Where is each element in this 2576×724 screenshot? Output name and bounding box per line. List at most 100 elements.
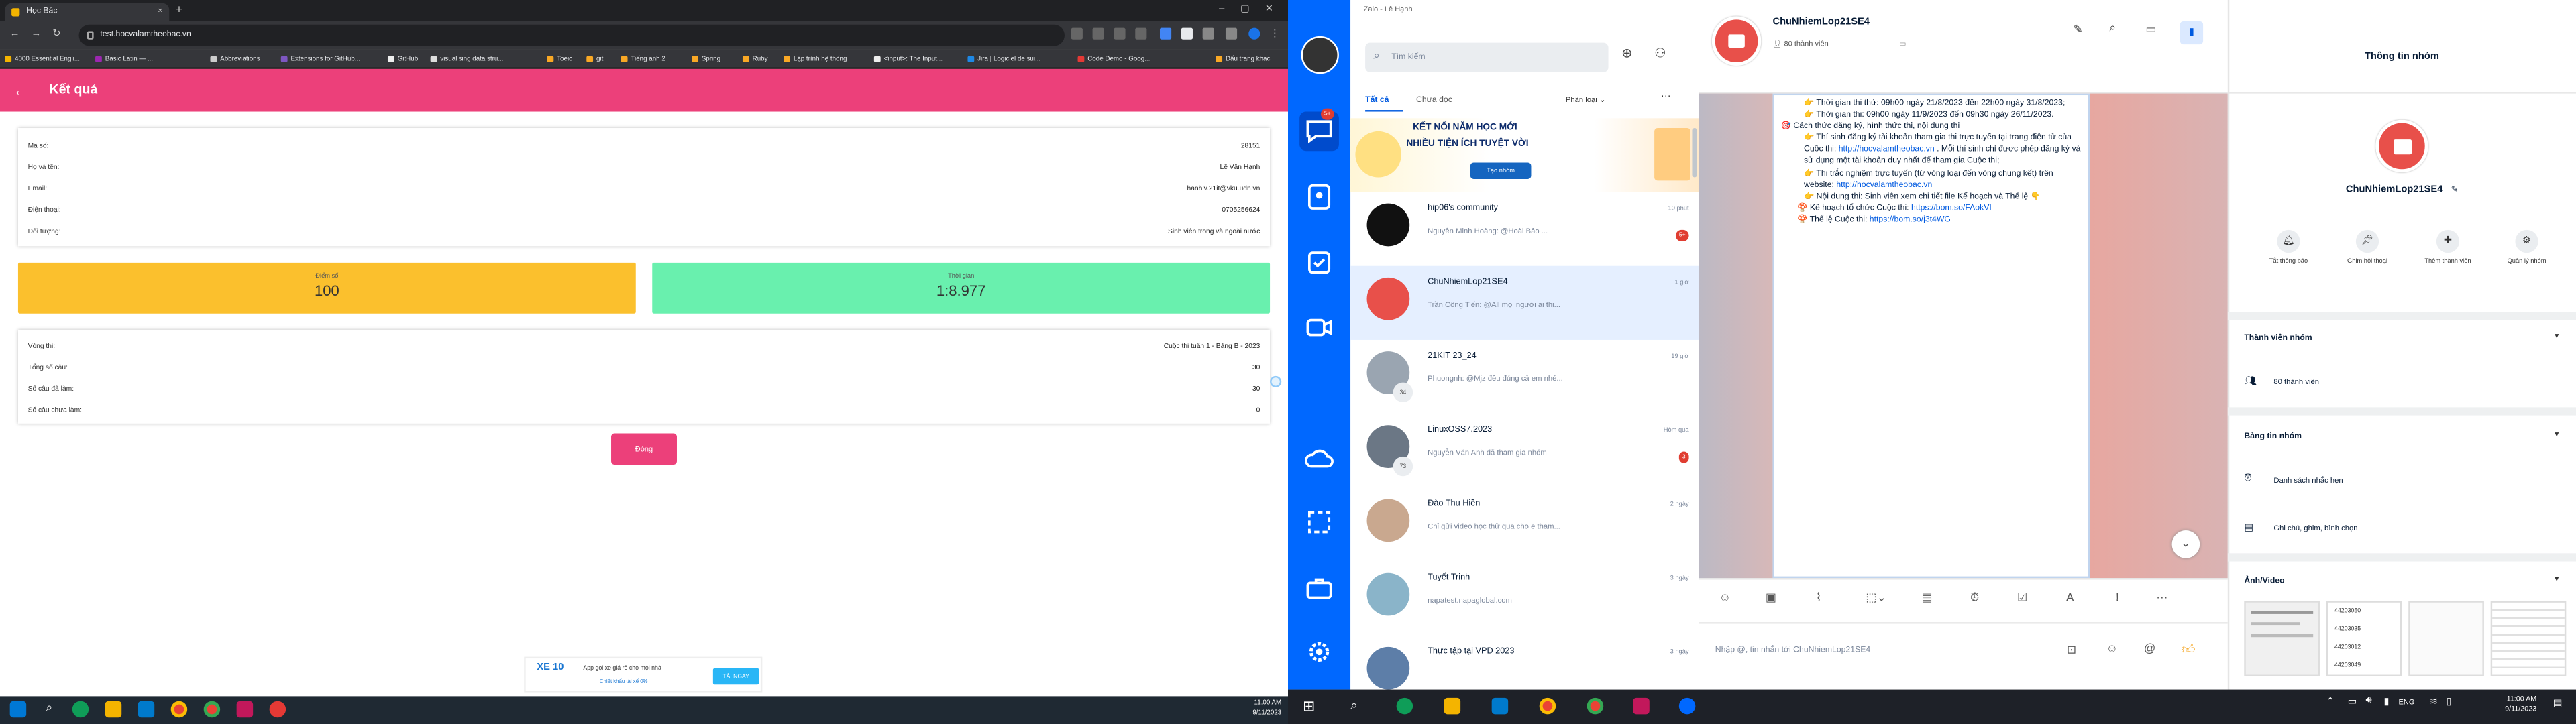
- new-tab-icon[interactable]: +: [176, 3, 182, 18]
- ad-download-button[interactable]: TẢI NGAY: [712, 668, 759, 685]
- chrome-icon[interactable]: [1587, 697, 1604, 715]
- todo-icon[interactable]: [1299, 243, 1339, 282]
- video-call-icon[interactable]: ▭: [2145, 23, 2156, 36]
- extension-icon[interactable]: [1181, 27, 1193, 40]
- reload-icon[interactable]: ↻: [52, 21, 60, 50]
- ad-banner[interactable]: XE 10 App gọi xe giá rẻ cho mọi nhà Chiế…: [524, 656, 763, 693]
- battery-icon[interactable]: ▮: [2383, 696, 2389, 708]
- message-bubble[interactable]: 👉 Thời gian thi thứ: 09h00 ngày 21/8/202…: [1772, 93, 2090, 579]
- floating-helper-icon[interactable]: [1270, 375, 1282, 387]
- close-button[interactable]: Đóng: [611, 433, 677, 465]
- message-input[interactable]: Nhập @, tin nhắn tới ChuNhiemLop21SE4: [1715, 645, 2027, 655]
- bookmark-item[interactable]: visualising data stru...: [430, 49, 504, 68]
- info-panel-toggle-icon[interactable]: ▮: [2180, 21, 2204, 45]
- more-icon[interactable]: ···: [1661, 92, 1671, 102]
- tab-all[interactable]: Tất cả: [1365, 95, 1389, 105]
- bookmark-item[interactable]: 4000 Essential Engli...: [5, 49, 80, 68]
- start-icon[interactable]: [9, 701, 27, 718]
- media-thumbnail[interactable]: [2490, 601, 2567, 676]
- conversation-item[interactable]: Tuyết Trinh napatest.napaglobal.com 3 ngày: [1350, 562, 1699, 636]
- bookmark-star-icon[interactable]: [1135, 27, 1147, 40]
- quick-message-icon[interactable]: ⊡: [2067, 644, 2076, 656]
- translate-icon[interactable]: [1092, 27, 1104, 40]
- close-tab-icon[interactable]: ×: [158, 3, 162, 21]
- search-icon[interactable]: ⌕: [1350, 698, 1358, 714]
- group-avatar[interactable]: [2375, 119, 2428, 173]
- list-scrollbar[interactable]: [1692, 128, 1697, 178]
- mention-icon[interactable]: @: [2144, 644, 2155, 655]
- media-thumbnail[interactable]: 44203050 44203035 44203012 44203049: [2326, 601, 2402, 676]
- close-window-icon[interactable]: ✕: [1265, 0, 1273, 21]
- chat-messages-area[interactable]: 👉 Thời gian thi thứ: 09h00 ngày 21/8/202…: [1699, 93, 2228, 579]
- chrome-icon[interactable]: [203, 701, 221, 718]
- share-icon[interactable]: [1114, 27, 1126, 40]
- maximize-icon[interactable]: ▢: [1240, 0, 1250, 21]
- menu-kebab-icon[interactable]: ⋮: [1270, 21, 1280, 50]
- edge-icon[interactable]: [72, 701, 89, 718]
- url-bar[interactable]: test.hocvalamtheobac.vn: [78, 24, 1065, 46]
- contacts-icon[interactable]: [1299, 177, 1339, 217]
- classify-dropdown[interactable]: Phân loại ⌄: [1566, 95, 1606, 105]
- app-icon[interactable]: [236, 701, 254, 718]
- urgent-icon[interactable]: !: [2108, 589, 2127, 609]
- add-friend-icon[interactable]: ⊕: [1621, 46, 1632, 61]
- board-section-title[interactable]: Bảng tin nhóm: [2244, 432, 2302, 442]
- screenshot-icon[interactable]: [1299, 502, 1339, 542]
- battery-icon[interactable]: ▯: [2447, 696, 2452, 708]
- promo-banner[interactable]: KẾT NỐI NĂM HỌC MỚI NHIỀU TIỆN ÍCH TUYỆT…: [1350, 118, 1699, 192]
- notification-icon[interactable]: ▤: [2553, 698, 2563, 709]
- link[interactable]: https://bom.so/FAokVI: [1911, 203, 1992, 213]
- link[interactable]: http://hocvalamtheobac.vn: [1839, 145, 1935, 155]
- collapse-icon[interactable]: ▾: [2555, 575, 2559, 585]
- conversation-item[interactable]: Đào Thu Hiền Chỉ gửi video học thử qua ch…: [1350, 487, 1699, 561]
- video-call-icon[interactable]: [1299, 307, 1339, 347]
- sticker-icon[interactable]: ☺: [1715, 589, 1735, 609]
- sidepanel-icon[interactable]: [1225, 27, 1238, 40]
- network-icon[interactable]: ▭: [2348, 696, 2357, 708]
- settings-gear-icon[interactable]: [1299, 632, 1339, 672]
- bookmark-item[interactable]: Toeic: [547, 49, 572, 68]
- back-icon[interactable]: ←: [10, 21, 20, 50]
- briefcase-icon[interactable]: [1299, 568, 1339, 607]
- conversation-item[interactable]: hip06's community Nguyễn Minh Hoàng: @Hoà…: [1350, 192, 1699, 266]
- scroll-down-icon[interactable]: ⌄: [2171, 530, 2200, 558]
- members-count[interactable]: 👤︎ 80 thành viên: [1772, 40, 1828, 50]
- attach-icon[interactable]: ⌇: [1809, 589, 1828, 609]
- windows-start-icon[interactable]: ⊞: [1303, 698, 1321, 716]
- tab-unread[interactable]: Chưa đọc: [1416, 95, 1452, 105]
- media-section-title[interactable]: Ảnh/Video: [2244, 577, 2284, 587]
- app-icon[interactable]: [1633, 697, 1650, 715]
- members-section-title[interactable]: Thành viên nhóm: [2244, 333, 2312, 343]
- user-avatar[interactable]: [1301, 36, 1339, 74]
- search-icon[interactable]: ⌕: [41, 701, 57, 717]
- media-thumbnail[interactable]: [2244, 601, 2320, 676]
- screenshot-dropdown-icon[interactable]: ⬚⌄: [1858, 589, 1894, 609]
- bookmark-item[interactable]: Spring: [692, 49, 720, 68]
- chrome-icon[interactable]: [170, 701, 188, 718]
- wifi-icon[interactable]: ≋: [2430, 696, 2438, 708]
- edit-name-icon[interactable]: ✎: [2451, 186, 2458, 196]
- language-indicator[interactable]: ENG: [2399, 698, 2415, 706]
- file-explorer-icon[interactable]: [105, 701, 122, 718]
- extensions-puzzle-icon[interactable]: [1202, 27, 1214, 40]
- more-icon[interactable]: ···: [2152, 589, 2171, 609]
- bookmark-item[interactable]: Abbreviations: [210, 49, 260, 68]
- image-icon[interactable]: ▣: [1761, 589, 1780, 609]
- members-count-item[interactable]: 👥︎ 80 thành viên: [2244, 377, 2319, 387]
- bookmark-item[interactable]: <input>: The Input...: [873, 49, 943, 68]
- volume-icon[interactable]: 🔊︎: [2366, 696, 2372, 707]
- link[interactable]: https://bom.so/j3t4WG: [1870, 215, 1951, 225]
- thumbs-up-icon[interactable]: 👍︎: [2182, 642, 2196, 658]
- mute-notification-button[interactable]: 🔔︎ Tắt thông báo: [2255, 229, 2321, 266]
- bookmark-item[interactable]: Basic Latin — ...: [95, 49, 153, 68]
- format-text-icon[interactable]: A: [2060, 589, 2080, 609]
- search-input[interactable]: ⌕ Tìm kiếm: [1365, 42, 1609, 72]
- taskbar-clock[interactable]: 11:00 AM 9/11/2023: [1216, 698, 1281, 717]
- bookmark-folder[interactable]: Dấu trang khác: [1216, 49, 1270, 68]
- file-explorer-icon[interactable]: [1444, 697, 1461, 715]
- taskbar-clock[interactable]: 11:00 AM 9/11/2023: [2471, 695, 2536, 714]
- add-member-button[interactable]: ✚ Thêm thành viên: [2415, 229, 2481, 266]
- profile-avatar[interactable]: [1248, 27, 1260, 40]
- install-icon[interactable]: [1071, 27, 1083, 40]
- bookmark-item[interactable]: Ruby: [742, 49, 768, 68]
